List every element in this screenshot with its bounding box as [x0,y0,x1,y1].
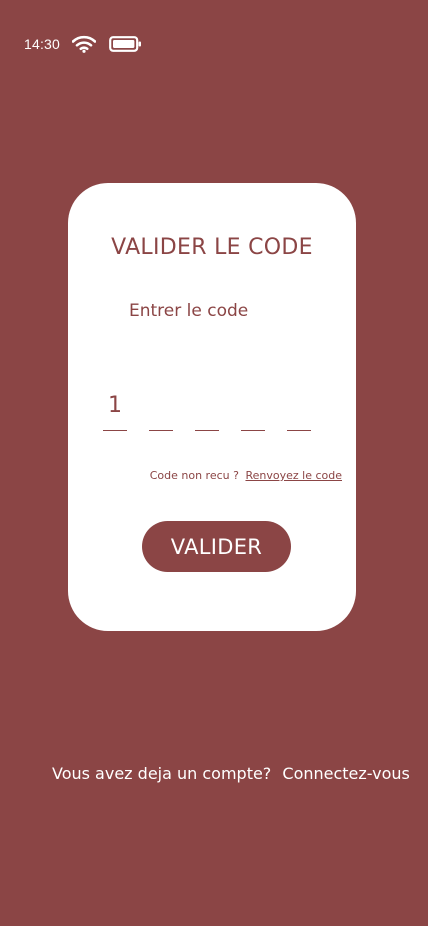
status-bar: 14:30 [24,34,142,54]
validate-button[interactable]: VALIDER [142,521,291,572]
code-label: Entrer le code [129,301,249,321]
resend-row: Code non recu ? Renvoyez le code [150,469,342,482]
battery-icon [109,35,142,53]
footer-login-prompt: Vous avez deja un compte? Connectez-vous [52,764,410,783]
code-digit-inputs: 1 [103,391,311,431]
digit-underline [241,430,265,431]
code-digit-value: 1 [108,393,122,418]
code-digit-1[interactable]: 1 [103,391,127,431]
code-digit-4[interactable] [241,391,265,431]
digit-underline [103,430,127,431]
login-link[interactable]: Connectez-vous [282,764,409,783]
status-time: 14:30 [24,36,61,52]
wifi-icon [71,35,97,53]
resend-code-link[interactable]: Renvoyez le code [245,469,342,482]
code-digit-3[interactable] [195,391,219,431]
card-title: VALIDER LE CODE [111,235,313,260]
footer-question: Vous avez deja un compte? [52,764,272,783]
digit-underline [287,430,311,431]
verification-card: VALIDER LE CODE Entrer le code 1 Code no… [68,183,356,631]
code-digit-5[interactable] [287,391,311,431]
resend-question: Code non recu ? [149,469,239,482]
code-digit-2[interactable] [149,391,173,431]
digit-underline [149,430,173,431]
digit-underline [195,430,219,431]
